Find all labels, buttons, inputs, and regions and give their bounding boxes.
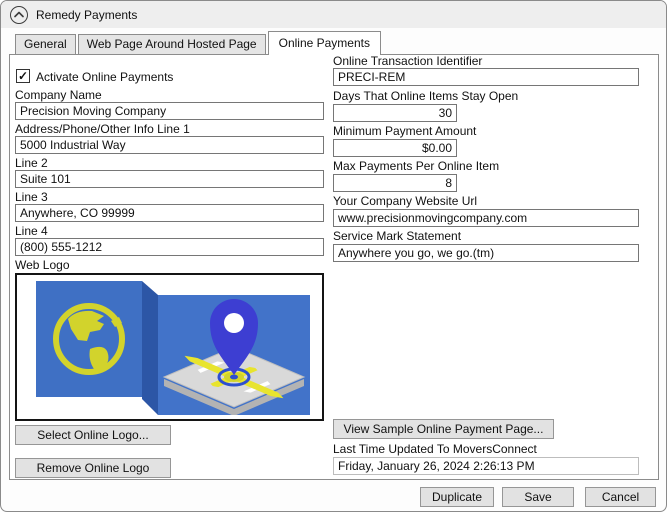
service-mark-label: Service Mark Statement xyxy=(333,229,462,243)
chevron-up-icon xyxy=(14,11,24,18)
logo-left-panel xyxy=(35,281,142,397)
remedy-payments-dialog: Remedy Payments General Web Page Around … xyxy=(0,0,667,512)
web-logo-preview xyxy=(15,273,324,421)
address-line3-input[interactable] xyxy=(15,204,324,222)
activate-online-payments-label: Activate Online Payments xyxy=(36,70,174,84)
address-line1-label: Address/Phone/Other Info Line 1 xyxy=(15,122,190,136)
last-updated-field xyxy=(333,457,639,475)
checkmark-icon: ✓ xyxy=(17,69,29,83)
save-button[interactable]: Save xyxy=(502,487,574,507)
service-mark-input[interactable] xyxy=(333,244,639,262)
min-payment-label: Minimum Payment Amount xyxy=(333,124,477,138)
cancel-button[interactable]: Cancel xyxy=(585,487,656,507)
max-payments-label: Max Payments Per Online Item xyxy=(333,159,500,173)
tab-web-page-around-hosted-page[interactable]: Web Page Around Hosted Page xyxy=(77,34,266,55)
website-url-label: Your Company Website Url xyxy=(333,194,478,208)
address-line2-input[interactable] xyxy=(15,170,324,188)
tab-online-payments[interactable]: Online Payments xyxy=(267,31,381,55)
transaction-id-label: Online Transaction Identifier xyxy=(333,54,483,68)
company-logo-image xyxy=(35,281,310,415)
dialog-title: Remedy Payments xyxy=(36,7,138,22)
website-url-input[interactable] xyxy=(333,209,639,227)
company-name-input[interactable] xyxy=(15,102,324,120)
logo-fold xyxy=(141,281,158,415)
address-line1-input[interactable] xyxy=(15,136,324,154)
days-open-input[interactable] xyxy=(333,104,457,122)
address-line3-label: Line 3 xyxy=(15,190,48,204)
tab-bar: General Web Page Around Hosted Page Onli… xyxy=(15,31,383,55)
web-logo-label: Web Logo xyxy=(15,258,70,272)
min-payment-input[interactable] xyxy=(333,139,457,157)
address-line4-input[interactable] xyxy=(15,238,324,256)
days-open-label: Days That Online Items Stay Open xyxy=(333,89,519,103)
view-sample-payment-page-button[interactable]: View Sample Online Payment Page... xyxy=(333,419,554,439)
max-payments-input[interactable] xyxy=(333,174,457,192)
collapse-button[interactable] xyxy=(10,5,28,24)
titlebar: Remedy Payments xyxy=(1,1,666,28)
select-online-logo-button[interactable]: Select Online Logo... xyxy=(15,425,171,445)
tab-general[interactable]: General xyxy=(15,34,76,55)
remove-online-logo-button[interactable]: Remove Online Logo xyxy=(15,458,171,478)
address-line4-label: Line 4 xyxy=(15,224,48,238)
last-updated-label: Last Time Updated To MoversConnect xyxy=(333,442,537,456)
company-name-label: Company Name xyxy=(15,88,102,102)
address-line2-label: Line 2 xyxy=(15,156,48,170)
activate-online-payments-checkbox[interactable]: ✓ xyxy=(16,69,30,83)
duplicate-button[interactable]: Duplicate xyxy=(420,487,494,507)
transaction-id-input[interactable] xyxy=(333,68,639,86)
